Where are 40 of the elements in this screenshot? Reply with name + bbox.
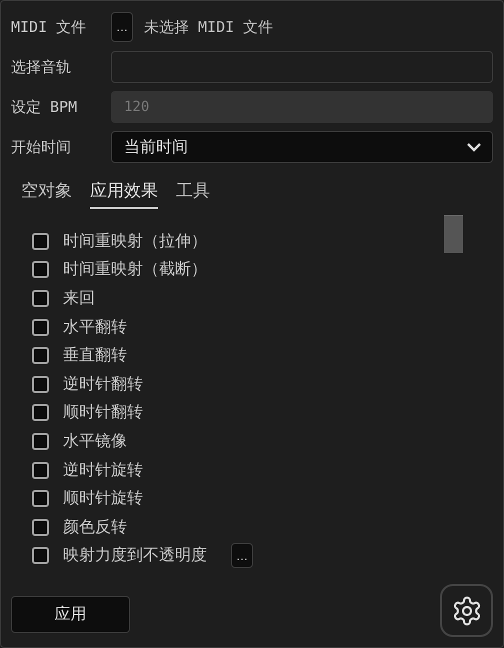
checkbox[interactable] — [32, 518, 49, 536]
apply-button[interactable]: 应用 — [11, 596, 130, 633]
chevron-down-icon — [466, 142, 482, 152]
effect-label: 时间重映射（拉伸） — [63, 230, 207, 252]
checkbox[interactable] — [32, 347, 49, 364]
effect-label: 水平镜像 — [63, 430, 127, 452]
checkbox[interactable] — [32, 318, 49, 336]
checkbox[interactable] — [32, 376, 49, 393]
checkbox[interactable] — [32, 261, 49, 278]
tab[interactable]: 工具 — [176, 175, 210, 209]
checkbox[interactable] — [32, 290, 49, 307]
file-status: 未选择 MIDI 文件 — [144, 18, 274, 36]
options-button[interactable]: … — [231, 543, 253, 568]
tab[interactable]: 应用效果 — [90, 175, 158, 209]
field-label: 选择音轨 — [11, 58, 72, 76]
checkbox[interactable] — [32, 462, 49, 479]
checkbox[interactable] — [32, 404, 49, 422]
effect-label: 垂直翻转 — [63, 345, 127, 366]
effect-label: 颜色反转 — [63, 516, 127, 538]
effect-label: 时间重映射（截断） — [63, 259, 207, 280]
field-label: 开始时间 — [11, 138, 72, 156]
checkbox[interactable] — [32, 490, 49, 508]
field-label: MIDI 文件 — [11, 18, 88, 36]
checkbox[interactable] — [32, 432, 49, 450]
checkbox[interactable] — [32, 547, 49, 564]
tab[interactable]: 空对象 — [21, 175, 72, 209]
effect-label: 来回 — [63, 288, 95, 309]
settings-button[interactable] — [440, 584, 493, 637]
effect-label: 顺时针旋转 — [63, 488, 143, 510]
effect-label: 水平翻转 — [63, 316, 127, 338]
start-time-dropdown[interactable]: 当前时间 — [111, 131, 493, 163]
field-label: 设定 BPM — [11, 98, 78, 116]
effect-label: 逆时针翻转 — [63, 374, 143, 395]
effect-label: 逆时针旋转 — [63, 460, 143, 481]
browse-button[interactable]: … — [111, 12, 133, 42]
effect-label: 映射力度到不透明度 — [63, 545, 207, 566]
scrollbar-thumb[interactable] — [444, 215, 463, 253]
track-field[interactable] — [111, 51, 493, 83]
checkbox[interactable] — [32, 232, 49, 250]
effect-label: 顺时针翻转 — [63, 402, 143, 424]
